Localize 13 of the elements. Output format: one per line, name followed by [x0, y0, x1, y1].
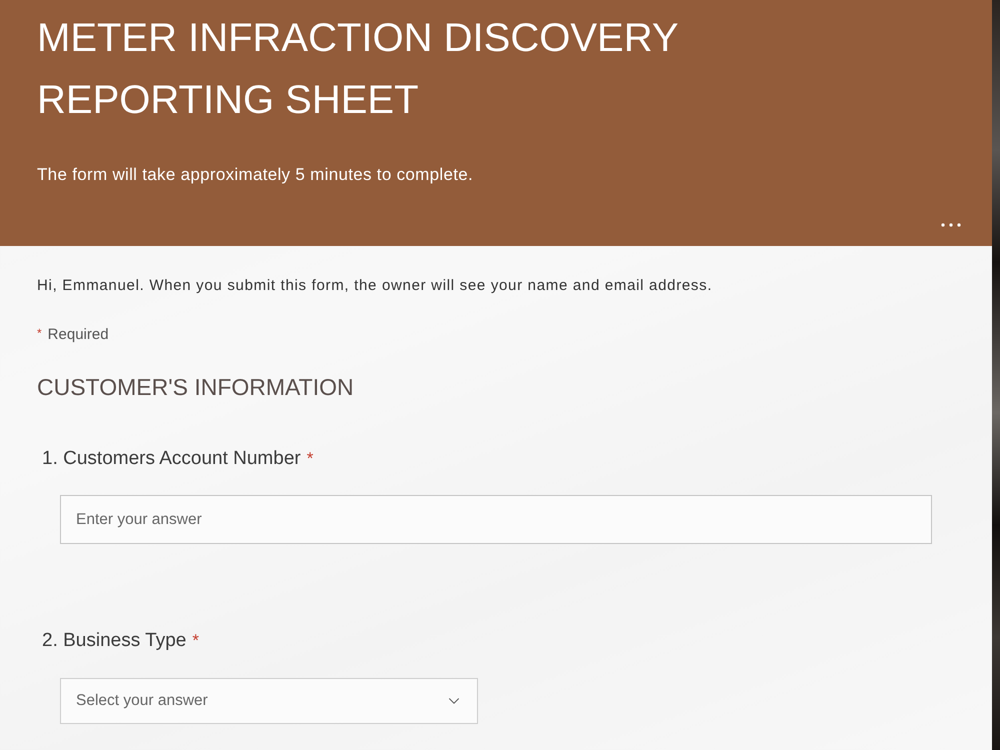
- question-title: 1. Customers Account Number: [42, 447, 301, 471]
- question-title: 2. Business Type: [42, 629, 186, 653]
- required-label: Required: [48, 326, 109, 344]
- section-title: CUSTOMER'S INFORMATION: [37, 373, 354, 401]
- required-asterisk: *: [37, 326, 42, 340]
- more-options-icon: [941, 223, 961, 227]
- answer-field[interactable]: Enter your answer: [60, 495, 932, 544]
- form-subtitle: The form will take approximately 5 minutes to complete.: [37, 165, 474, 185]
- required-asterisk: *: [192, 630, 199, 652]
- answer-dropdown[interactable]: Select your answer: [60, 678, 478, 724]
- required-asterisk: *: [306, 448, 314, 470]
- owner-notice: Hi, Emmanuel. When you submit this form, the owner will see your name and email address.: [37, 277, 712, 295]
- form-title: METER INFRACTION DISCOVERY REPORTING SHEET: [37, 15, 679, 124]
